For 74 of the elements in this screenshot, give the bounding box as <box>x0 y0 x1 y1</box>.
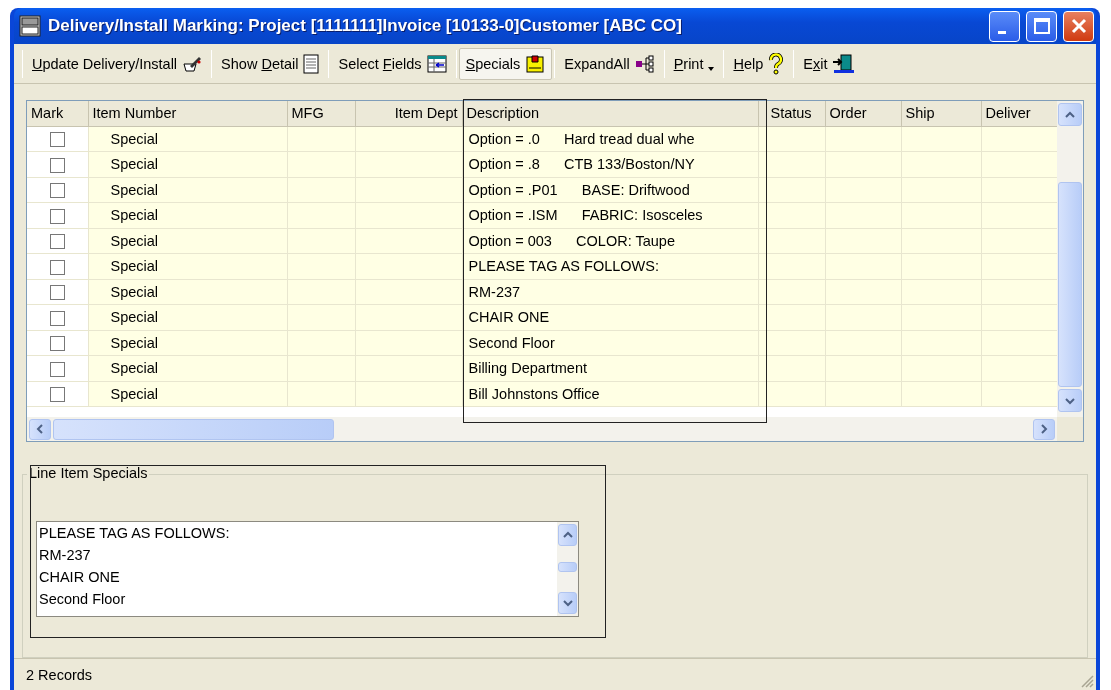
exit-door-icon <box>832 53 855 74</box>
minimize-icon <box>997 30 1006 34</box>
caret-icon <box>708 66 715 71</box>
mark-checkbox[interactable] <box>49 361 65 377</box>
toolbar-button[interactable]: Select Fields <box>331 47 454 80</box>
column-header[interactable]: Mark <box>27 101 88 126</box>
resize-grip-icon[interactable] <box>1080 674 1094 688</box>
mark-checkbox[interactable] <box>49 208 65 224</box>
maximize-icon <box>1032 17 1051 35</box>
table-cell: PLEASE TAG AS FOLLOWS: <box>462 253 758 279</box>
scroll-thumb[interactable] <box>1058 182 1082 387</box>
column-header[interactable]: Status <box>758 101 825 126</box>
toolbar-button[interactable]: Exit <box>796 47 862 80</box>
toolbar-button[interactable]: Print <box>666 47 722 80</box>
table-cell: Option = .ISM FABRIC: Isosceles <box>462 202 758 228</box>
table-cell: Special <box>88 126 287 152</box>
table-cell: Bill Johnstons Office <box>462 381 758 407</box>
mark-checkbox[interactable] <box>49 387 65 403</box>
table-icon <box>426 54 447 73</box>
mark-checkbox[interactable] <box>49 234 65 250</box>
table-cell: Special <box>88 253 287 279</box>
maximize-button[interactable] <box>1026 10 1057 42</box>
table-cell: Special <box>88 151 287 177</box>
close-button[interactable] <box>1063 10 1094 42</box>
pen-icon <box>182 54 203 73</box>
document-icon <box>303 53 320 74</box>
horizontal-scrollbar[interactable] <box>27 417 1057 441</box>
column-header[interactable]: Description <box>462 101 758 126</box>
scroll-thumb[interactable] <box>558 562 577 572</box>
table-cell: RM-237 <box>462 279 758 305</box>
table-cell: Special <box>88 304 287 330</box>
scrollbar-corner <box>1057 417 1083 441</box>
mark-checkbox[interactable] <box>49 132 65 148</box>
column-header[interactable]: Deliver <box>981 101 1057 126</box>
mark-checkbox[interactable] <box>49 310 65 326</box>
toolbar-button[interactable]: Help <box>726 47 792 80</box>
table-cell: Special <box>88 381 287 407</box>
toolbar-button[interactable]: Specials <box>458 47 553 80</box>
table-cell: Option = .0 Hard tread dual whe <box>462 126 758 152</box>
minimize-button[interactable] <box>989 10 1020 42</box>
toolbar-button[interactable]: ExpandAll <box>557 47 662 80</box>
table-cell: Special <box>88 279 287 305</box>
column-header[interactable]: Ship <box>901 101 981 126</box>
toolbar-button[interactable]: Show Detail <box>214 47 327 80</box>
table-cell: Option = .8 CTB 133/Boston/NY <box>462 151 758 177</box>
question-mark-icon <box>768 52 785 75</box>
mark-checkbox[interactable] <box>49 157 65 173</box>
table-cell: Option = .P01 BASE: Driftwood <box>462 177 758 203</box>
table-cell: Second Floor <box>462 330 758 356</box>
mark-checkbox[interactable] <box>49 336 65 352</box>
table-cell: Billing Department <box>462 355 758 381</box>
record-count: 2 Records <box>26 666 93 683</box>
table-cell: Special <box>88 228 287 254</box>
window-title: Delivery/Install Marking: Project [1111111]Invoice [10133-0]Customer [ABC CO] <box>48 16 683 36</box>
column-header[interactable]: Item Dept <box>355 101 462 126</box>
table-cell: CHAIR ONE <box>462 304 758 330</box>
note-icon <box>525 53 546 74</box>
table-cell: Special <box>88 177 287 203</box>
vertical-scrollbar[interactable] <box>1057 101 1083 417</box>
column-header[interactable]: MFG <box>287 101 355 126</box>
table-cell: Option = 003 COLOR: Taupe <box>462 228 758 254</box>
mark-checkbox[interactable] <box>49 259 65 275</box>
scroll-thumb[interactable] <box>53 418 334 440</box>
toolbar-button[interactable]: Update Delivery/Install <box>25 47 210 80</box>
close-icon <box>1069 17 1088 35</box>
column-header[interactable]: Order <box>825 101 901 126</box>
table-cell: Special <box>88 330 287 356</box>
table-cell: Special <box>88 202 287 228</box>
column-header[interactable]: Item Number <box>88 101 287 126</box>
mark-checkbox[interactable] <box>49 285 65 301</box>
tree-icon <box>634 54 655 73</box>
cabinet-icon <box>18 14 42 38</box>
table-cell: Special <box>88 355 287 381</box>
mark-checkbox[interactable] <box>49 183 65 199</box>
